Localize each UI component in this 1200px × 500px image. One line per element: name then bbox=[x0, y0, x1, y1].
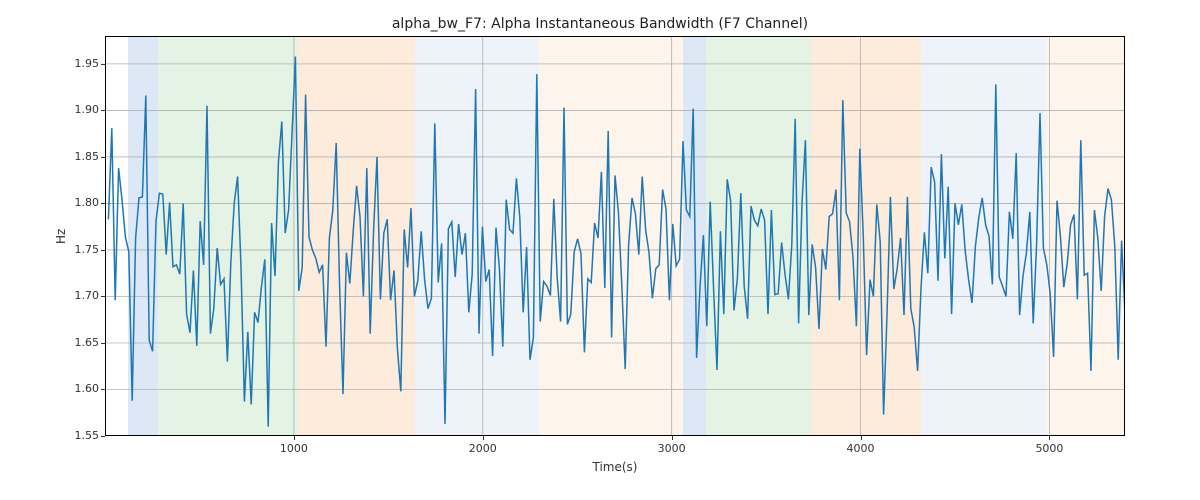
y-tick-label: 1.80 bbox=[75, 196, 100, 209]
x-axis-label: Time(s) bbox=[105, 460, 1125, 474]
y-tick-label: 1.65 bbox=[75, 336, 100, 349]
x-tick-mark bbox=[672, 436, 673, 440]
y-tick-label: 1.55 bbox=[75, 429, 100, 442]
x-tick-label: 5000 bbox=[1034, 442, 1064, 455]
y-tick-mark bbox=[101, 436, 105, 437]
y-tick-mark bbox=[101, 296, 105, 297]
plot-area bbox=[105, 36, 1125, 436]
y-tick-mark bbox=[101, 157, 105, 158]
x-tick-label: 3000 bbox=[657, 442, 687, 455]
y-tick-mark bbox=[101, 203, 105, 204]
y-tick-label: 1.90 bbox=[75, 103, 100, 116]
y-gridlines bbox=[105, 64, 1125, 436]
y-tick-mark bbox=[101, 343, 105, 344]
y-tick-mark bbox=[101, 64, 105, 65]
y-tick-mark bbox=[101, 250, 105, 251]
y-tick-label: 1.95 bbox=[75, 57, 100, 70]
x-tick-mark bbox=[483, 436, 484, 440]
y-tick-mark bbox=[101, 389, 105, 390]
plot-svg bbox=[105, 36, 1125, 436]
x-tick-mark bbox=[294, 436, 295, 440]
y-tick-label: 1.85 bbox=[75, 150, 100, 163]
y-tick-label: 1.70 bbox=[75, 289, 100, 302]
x-tick-label: 1000 bbox=[279, 442, 309, 455]
y-tick-label: 1.75 bbox=[75, 243, 100, 256]
x-tick-mark bbox=[861, 436, 862, 440]
chart-figure: alpha_bw_F7: Alpha Instantaneous Bandwid… bbox=[0, 0, 1200, 500]
y-tick-label: 1.60 bbox=[75, 382, 100, 395]
x-tick-label: 4000 bbox=[846, 442, 876, 455]
y-tick-mark bbox=[101, 110, 105, 111]
x-tick-label: 2000 bbox=[468, 442, 498, 455]
line-series-alpha-bw-f7 bbox=[108, 57, 1125, 427]
y-axis-label: Hz bbox=[54, 229, 68, 244]
chart-title: alpha_bw_F7: Alpha Instantaneous Bandwid… bbox=[0, 16, 1200, 32]
x-tick-mark bbox=[1049, 436, 1050, 440]
